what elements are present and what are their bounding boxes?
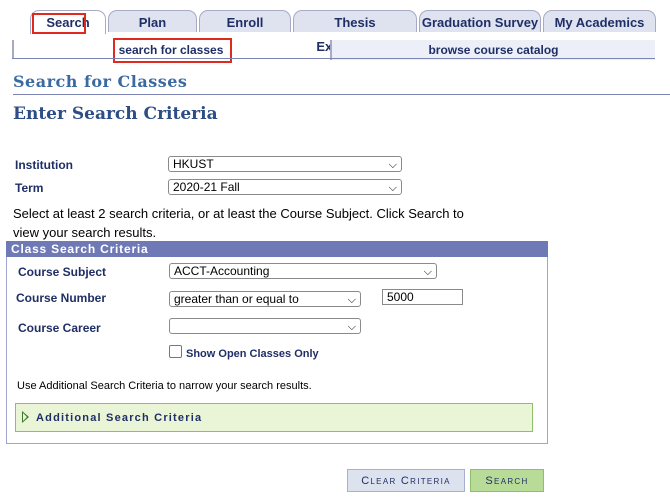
- term-select[interactable]: 2020-21 Fall ⌵: [168, 179, 402, 195]
- tab-enroll-label: Enroll: [226, 15, 264, 30]
- tab-my-academics[interactable]: My Academics: [543, 10, 656, 32]
- search-button[interactable]: Search: [470, 469, 544, 492]
- subtab-left-rule: [12, 40, 14, 59]
- term-value: 2020-21 Fall: [173, 180, 240, 194]
- additional-search-criteria-label: Additional Search Criteria: [36, 412, 203, 424]
- subtab-browse-course-catalog[interactable]: browse course catalog: [330, 40, 655, 60]
- tab-my-academics-label: My Academics: [554, 15, 645, 30]
- show-open-classes-label: Show Open Classes Only: [186, 348, 319, 360]
- clear-criteria-button[interactable]: Clear Criteria: [347, 469, 465, 492]
- main-tabs: Search Plan Enroll Thesis Examination Gr…: [0, 10, 670, 54]
- page-title: Search for Classes: [13, 72, 188, 91]
- course-number-operator-value: greater than or equal to: [174, 292, 299, 306]
- tab-enroll[interactable]: Enroll: [199, 10, 291, 32]
- course-number-value: 5000: [387, 290, 414, 304]
- course-subject-label: Course Subject: [18, 265, 107, 279]
- chevron-down-icon: ⌵: [388, 182, 397, 194]
- page-title-divider: [13, 94, 670, 95]
- additional-search-criteria-toggle[interactable]: Additional Search Criteria: [15, 403, 533, 432]
- chevron-down-icon: ⌵: [347, 294, 356, 306]
- course-career-label: Course Career: [18, 321, 101, 335]
- tab-plan-label: Plan: [138, 15, 167, 30]
- instruction-text: Select at least 2 search criteria, or at…: [13, 206, 464, 240]
- search-for-classes-highlight: [113, 38, 232, 63]
- expand-triangle-icon: [22, 411, 29, 423]
- search-tab-highlight: [32, 13, 86, 34]
- course-subject-value: ACCT-Accounting: [174, 264, 270, 278]
- course-subject-select[interactable]: ACCT-Accounting ⌵: [169, 263, 437, 279]
- tab-thesis-examination[interactable]: Thesis Examination: [293, 10, 417, 54]
- chevron-down-icon: ⌵: [388, 159, 397, 171]
- additional-criteria-hint: Use Additional Search Criteria to narrow…: [17, 380, 312, 392]
- tab-graduation-survey[interactable]: Graduation Survey: [419, 10, 541, 32]
- course-career-select[interactable]: ⌵: [169, 318, 361, 334]
- subtab-underline: [12, 58, 655, 59]
- tab-plan[interactable]: Plan: [108, 10, 197, 32]
- institution-value: HKUST: [173, 157, 214, 171]
- chevron-down-icon: ⌵: [423, 266, 432, 278]
- course-number-input[interactable]: 5000: [382, 289, 463, 305]
- course-number-operator-select[interactable]: greater than or equal to ⌵: [169, 291, 361, 307]
- institution-select[interactable]: HKUST ⌵: [168, 156, 402, 172]
- show-open-classes-checkbox[interactable]: [169, 345, 182, 358]
- tab-graduation-label: Graduation Survey: [421, 15, 539, 30]
- subtab-browse-label: browse course catalog: [428, 43, 559, 57]
- sub-tabs: search for classes browse course catalog: [12, 40, 655, 60]
- chevron-down-icon: ⌵: [347, 321, 356, 333]
- class-search-criteria-header: Class Search Criteria: [6, 241, 548, 257]
- course-number-label: Course Number: [16, 291, 107, 305]
- section-title: Enter Search Criteria: [13, 104, 218, 124]
- institution-label: Institution: [15, 158, 73, 172]
- term-label: Term: [15, 181, 44, 195]
